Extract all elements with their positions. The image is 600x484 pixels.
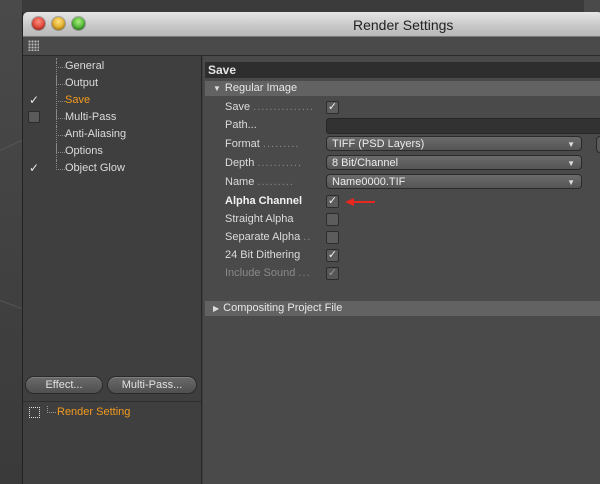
dropdown-value: 8 Bit/Channel [332, 157, 399, 169]
effect-button[interactable]: Effect... [25, 376, 103, 394]
dropdown-value: TIFF (PSD Layers) [332, 138, 425, 150]
separate-alpha-row: Separate Alpha .. [203, 229, 600, 247]
checkbox-icon[interactable] [28, 111, 40, 123]
tree-item-save[interactable]: ✓ Save [23, 92, 201, 109]
path-button[interactable]: Path... [225, 119, 257, 131]
minimize-window-button[interactable] [52, 17, 65, 30]
tree-connector [56, 143, 65, 153]
tree-connector [56, 160, 65, 170]
close-window-button[interactable] [32, 17, 45, 30]
render-setting-label: Render Setting [57, 406, 131, 418]
render-settings-window: Render Settings General Output ✓ Save Mu… [22, 12, 600, 484]
straight-alpha-checkbox[interactable] [326, 213, 339, 226]
checkmark-icon[interactable]: ✓ [28, 94, 40, 106]
tree-connector [56, 75, 65, 85]
multi-pass-button[interactable]: Multi-Pass... [107, 376, 197, 394]
zoom-window-button[interactable] [72, 17, 85, 30]
tree-item-label: Save [65, 94, 91, 106]
field-label: 24 Bit Dithering [225, 249, 301, 261]
title-bar[interactable]: Render Settings [23, 12, 600, 37]
chevron-down-icon: ▼ [567, 140, 575, 149]
include-sound-checkbox: ✓ [326, 267, 339, 280]
format-options-button[interactable] [596, 136, 600, 153]
tree-item-label: Object Glow [65, 162, 125, 174]
alpha-channel-checkbox[interactable]: ✓ [326, 195, 339, 208]
name-dropdown[interactable]: Name0000.TIF ▼ [326, 174, 582, 189]
depth-dropdown[interactable]: 8 Bit/Channel ▼ [326, 155, 582, 170]
name-row: Name ......... Name0000.TIF ▼ [203, 174, 600, 192]
tree-item-label: Anti-Aliasing [65, 128, 127, 140]
tree-item-options[interactable]: Options [23, 143, 201, 160]
triangle-right-icon: ▶ [213, 304, 220, 313]
field-label: Depth ........... [225, 157, 303, 169]
tree-item-multi-pass[interactable]: Multi-Pass [23, 109, 201, 126]
compositing-group-header[interactable]: ▶ Compositing Project File [205, 301, 600, 316]
chevron-down-icon: ▼ [567, 159, 575, 168]
save-checkbox[interactable]: ✓ [326, 101, 339, 114]
annotation-arrow-icon [345, 198, 375, 206]
tree-connector [47, 406, 56, 413]
tree-item-label: Output [65, 77, 99, 89]
window-title: Render Settings [353, 17, 454, 33]
dithering-row: 24 Bit Dithering ✓ [203, 247, 600, 265]
grip-icon[interactable] [28, 40, 39, 51]
save-row: Save ............... ✓ [203, 99, 600, 117]
tree-item-label: General [65, 60, 105, 72]
triangle-down-icon: ▼ [213, 84, 221, 93]
regular-image-group-header[interactable]: ▼ Regular Image [205, 81, 600, 96]
field-label: Include Sound ... [225, 267, 311, 279]
viewport-background-left [0, 0, 22, 484]
field-label: Separate Alpha .. [225, 231, 312, 243]
tree-item-anti-aliasing[interactable]: Anti-Aliasing [23, 126, 201, 143]
path-row: Path... [203, 117, 600, 135]
settings-detail-panel: Save ▼ Regular Image Save ...............… [203, 56, 600, 484]
include-sound-row: Include Sound ... ✓ [203, 265, 600, 283]
field-label: Alpha Channel [225, 195, 303, 207]
tree-item-label: Multi-Pass [65, 111, 117, 123]
group-title: Regular Image [224, 82, 298, 94]
format-dropdown[interactable]: TIFF (PSD Layers) ▼ [326, 136, 582, 151]
tree-connector [56, 92, 65, 102]
tree-item-label: Options [65, 145, 103, 157]
depth-row: Depth ........... 8 Bit/Channel ▼ [203, 155, 600, 173]
tree-connector [56, 109, 65, 119]
tree-item-object-glow[interactable]: ✓ Object Glow [23, 160, 201, 177]
checkmark-icon[interactable]: ✓ [28, 162, 40, 174]
toolbar [23, 37, 600, 56]
render-setting-item[interactable]: Render Setting [23, 401, 201, 422]
alpha-channel-row: Alpha Channel ✓ [203, 193, 600, 211]
field-label: Format ......... [225, 138, 300, 150]
format-row: Format ......... TIFF (PSD Layers) ▼ [203, 136, 600, 154]
path-field[interactable] [326, 118, 600, 134]
straight-alpha-row: Straight Alpha [203, 211, 600, 229]
field-label: Name ......... [225, 176, 294, 188]
group-title: Compositing Project File [223, 302, 343, 314]
chevron-down-icon: ▼ [567, 178, 575, 187]
settings-tree-panel: General Output ✓ Save Multi-Pass Anti-Al… [23, 56, 202, 484]
section-title: Save [205, 62, 600, 78]
field-label: Straight Alpha [225, 213, 294, 225]
tree-connector [56, 58, 65, 68]
tree-connector [56, 126, 65, 136]
tree-item-general[interactable]: General [23, 58, 201, 75]
tree-item-output[interactable]: Output [23, 75, 201, 92]
dropdown-value: Name0000.TIF [332, 176, 406, 188]
dithering-checkbox[interactable]: ✓ [326, 249, 339, 262]
field-label: Save ............... [225, 101, 314, 113]
render-setting-icon [29, 407, 40, 418]
separate-alpha-checkbox[interactable] [326, 231, 339, 244]
